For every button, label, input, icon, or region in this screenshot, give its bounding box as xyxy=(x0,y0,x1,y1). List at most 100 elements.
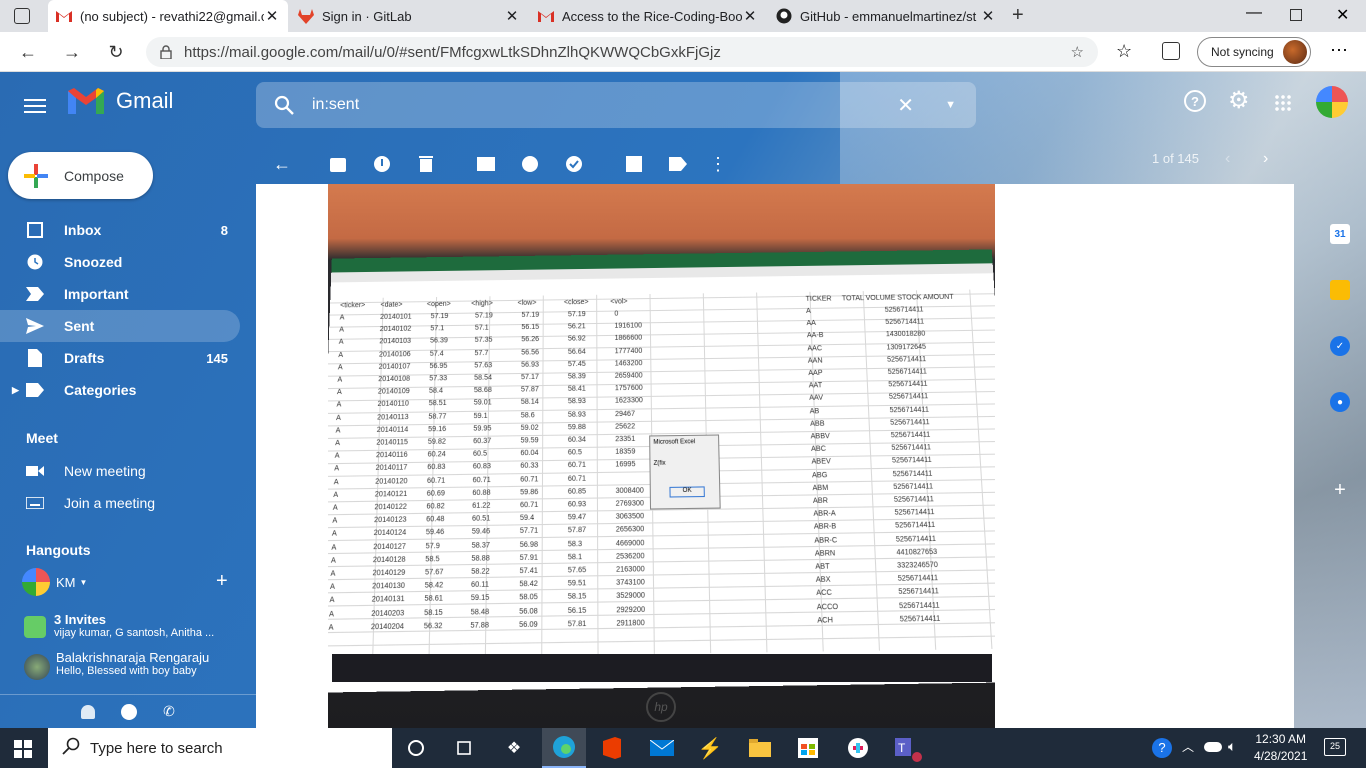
minimize-button[interactable]: — xyxy=(1246,4,1262,22)
apps-icon[interactable] xyxy=(1274,94,1292,112)
contact-item[interactable]: Balakrishnaraja Rengaraju Hello, Blessed… xyxy=(22,650,236,680)
join-meeting-label: Join a meeting xyxy=(64,495,156,511)
taskbar-clock[interactable]: 12:30 AM 4/28/2021 xyxy=(1254,731,1307,765)
start-icon[interactable] xyxy=(14,740,32,758)
browser-tab-github[interactable]: GitHub - emmanuelmartinez/st ✕ xyxy=(768,0,1004,32)
add-chat-icon[interactable]: + xyxy=(216,570,228,593)
add-favorite-icon[interactable]: ☆ xyxy=(1071,43,1084,61)
help-tray-icon[interactable]: ? xyxy=(1152,738,1172,758)
search-icon[interactable] xyxy=(274,95,294,115)
notifications-icon[interactable]: 25 xyxy=(1324,738,1346,756)
account-avatar[interactable] xyxy=(1316,86,1348,118)
url-field[interactable]: https://mail.google.com/mail/u/0/#sent/F… xyxy=(146,37,1098,67)
slack-icon[interactable] xyxy=(846,736,870,760)
new-tab-button[interactable]: + xyxy=(1012,4,1024,27)
browser-tab-gitlab[interactable]: Sign in · GitLab ✕ xyxy=(290,0,528,32)
keep-icon[interactable] xyxy=(1330,280,1350,300)
close-icon[interactable]: ✕ xyxy=(980,7,996,25)
delete-icon[interactable] xyxy=(416,154,436,174)
invites-item[interactable]: 3 Invites vijay kumar, G santosh, Anitha… xyxy=(22,612,236,639)
tab-actions-icon[interactable] xyxy=(14,8,30,24)
nav-inbox[interactable]: Inbox 8 xyxy=(0,214,240,246)
close-window-button[interactable]: ✕ xyxy=(1336,5,1349,25)
phone-icon[interactable]: ✆ xyxy=(163,703,175,720)
sheet-cell: 57.1 xyxy=(474,324,489,332)
sheet-cell: 5256714411 xyxy=(888,393,929,402)
nav-drafts[interactable]: Drafts 145 xyxy=(0,342,240,374)
sheet-cell: 56.08 xyxy=(519,607,538,616)
collections-icon[interactable] xyxy=(1162,42,1180,60)
move-to-icon[interactable] xyxy=(624,154,644,174)
tasks-icon[interactable]: ✓ xyxy=(1330,336,1350,356)
back-button[interactable]: ← xyxy=(14,38,42,66)
clear-search-icon[interactable]: ✕ xyxy=(897,93,914,118)
search-input[interactable]: in:sent xyxy=(312,96,359,114)
sheet-cell: 5256714411 xyxy=(887,368,928,377)
store-icon[interactable] xyxy=(796,736,820,760)
reload-button[interactable]: ↻ xyxy=(102,38,130,66)
file-explorer-icon[interactable] xyxy=(748,736,772,760)
close-icon[interactable]: ✕ xyxy=(504,7,520,25)
expand-arrow-icon[interactable]: ▶ xyxy=(12,385,19,396)
close-icon[interactable]: ✕ xyxy=(264,7,280,25)
sheet-cell: 20140113 xyxy=(377,413,409,422)
labels-icon[interactable] xyxy=(668,154,688,174)
close-icon[interactable]: ✕ xyxy=(742,7,758,25)
edge-icon[interactable] xyxy=(542,728,586,768)
volume-icon[interactable]: 🔈︎ xyxy=(1228,738,1236,755)
search-bar[interactable]: in:sent ✕ ▼ xyxy=(256,82,976,128)
sheet-cell: 20140106 xyxy=(378,350,411,359)
taskbar-search[interactable]: Type here to search xyxy=(48,728,392,768)
back-to-sent-icon[interactable]: ← xyxy=(272,154,292,174)
show-hidden-icons[interactable]: ︿ xyxy=(1182,738,1194,755)
sheet-cell: 5256714411 xyxy=(886,355,927,364)
sheet-cell: 58.4 xyxy=(428,387,443,396)
cortana-icon[interactable] xyxy=(404,736,428,760)
archive-icon[interactable] xyxy=(328,154,348,174)
contacts-icon[interactable]: ● xyxy=(1330,392,1350,412)
attached-photo[interactable]: <ticker> <date> <open> <high> <low> <clo… xyxy=(328,184,995,728)
more-menu-icon[interactable]: ⋯ xyxy=(1330,40,1348,61)
main-menu-icon[interactable] xyxy=(24,95,46,117)
restore-button[interactable] xyxy=(1290,9,1302,21)
nav-sent[interactable]: Sent xyxy=(0,310,240,342)
join-meeting-button[interactable]: Join a meeting xyxy=(0,487,240,519)
cloud-icon[interactable] xyxy=(1204,742,1222,752)
office-icon[interactable] xyxy=(600,736,624,760)
nav-categories[interactable]: ▶ Categories xyxy=(0,374,240,406)
add-to-tasks-icon[interactable] xyxy=(564,154,584,174)
compose-button[interactable]: Compose xyxy=(8,152,153,199)
browser-tab-rice[interactable]: Access to the Rice-Coding-Bootc ✕ xyxy=(530,0,766,32)
search-options-icon[interactable]: ▼ xyxy=(945,99,956,111)
sheet-cell: 57.87 xyxy=(567,527,587,535)
task-view-icon[interactable] xyxy=(452,736,476,760)
mail-icon[interactable] xyxy=(650,736,674,760)
forward-button[interactable]: → xyxy=(58,38,86,66)
get-addons-icon[interactable]: + xyxy=(1330,479,1350,501)
profile-sync-button[interactable]: Not syncing xyxy=(1197,37,1311,67)
newer-icon[interactable]: ‹ xyxy=(1225,150,1230,168)
browser-tab-gmail[interactable]: (no subject) - revathi22@gmail.c ✕ xyxy=(48,0,288,32)
gmail-logo[interactable]: Gmail xyxy=(68,88,173,114)
older-icon[interactable]: › xyxy=(1263,150,1268,168)
snooze-icon[interactable] xyxy=(520,154,540,174)
mark-unread-icon[interactable] xyxy=(476,154,496,174)
hangouts-icon[interactable] xyxy=(121,703,138,720)
settings-icon[interactable]: ⚙ xyxy=(1228,86,1250,115)
more-options-icon[interactable]: ⋮ xyxy=(708,154,728,174)
new-meeting-button[interactable]: New meeting xyxy=(0,455,240,487)
calendar-icon[interactable]: 31 xyxy=(1330,224,1350,244)
dropbox-icon[interactable]: ❖ xyxy=(502,736,526,760)
help-icon[interactable]: ? xyxy=(1184,90,1206,112)
teams-icon[interactable]: T xyxy=(894,736,922,762)
azure-icon[interactable]: ⚡ xyxy=(698,736,723,760)
nav-important[interactable]: Important xyxy=(0,278,240,310)
favorites-icon[interactable]: ☆ xyxy=(1116,41,1132,62)
hangouts-user[interactable]: KM ▼ xyxy=(22,568,87,596)
person-icon[interactable] xyxy=(81,704,96,719)
sheet-cell: 57.41 xyxy=(519,567,538,576)
chevron-down-icon[interactable]: ▼ xyxy=(80,578,88,587)
report-spam-icon[interactable] xyxy=(372,154,392,174)
sheet-cell: 5256714411 xyxy=(889,406,930,414)
nav-snoozed[interactable]: Snoozed xyxy=(0,246,240,278)
